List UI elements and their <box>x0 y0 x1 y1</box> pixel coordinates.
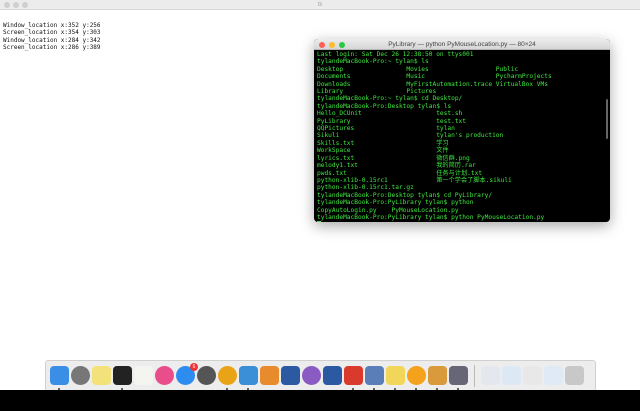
close-button[interactable] <box>319 41 325 48</box>
terminal-line: pwds.txt 任务与计划.txt <box>317 169 483 177</box>
terminal-line: PyLibrary test.txt <box>317 117 467 125</box>
terminal-output[interactable]: Last login: Sat Dec 26 12:38:50 on ttys0… <box>314 50 610 222</box>
terminal-line: Desktop Movies Public <box>317 65 519 73</box>
terminal-line: CopyAutoLogin.py PyMouseLocation.py <box>317 206 459 214</box>
terminal-line: python-xlib-0.15rc1.tar.gz <box>317 184 414 192</box>
tk-window-titlebar: tk <box>0 0 640 10</box>
notes-folder-icon[interactable] <box>386 366 405 390</box>
terminal-line: QQPictures tylan <box>317 125 455 133</box>
screen-bottom-bar <box>0 390 640 411</box>
zoom-button[interactable] <box>339 41 345 48</box>
output-line: Window_location x:284 y:342 <box>3 36 101 44</box>
finder-icon[interactable] <box>50 366 69 390</box>
terminal-line: Library Pictures <box>317 88 437 96</box>
minimize-button[interactable] <box>329 41 335 48</box>
terminal-line: Sikuli tylan's production <box>317 132 504 140</box>
terminal-window[interactable]: PyLibrary — python PyMouseLocation.py — … <box>314 39 610 222</box>
scissors-tool-icon[interactable] <box>428 366 447 390</box>
screenshot-doc-icon[interactable] <box>523 366 542 385</box>
download-folder-icon[interactable] <box>502 366 521 385</box>
terminal-line: tylandeMacBook-Pro:~ tylan$ ls <box>317 58 429 66</box>
stickies-icon[interactable] <box>92 366 111 385</box>
terminal-line: WorkSpace 文件 <box>317 147 449 155</box>
qq-icon[interactable] <box>344 366 363 390</box>
rocket-app-icon[interactable] <box>449 366 468 390</box>
terminal-line: tylandeMacBook-Pro:Desktop tylan$ cd PyL… <box>317 191 493 199</box>
terminal-line: tylandeMacBook-Pro:PyLibrary tylan$ pyth… <box>317 213 545 221</box>
terminal-line: python-xlib-0.15rc1 第一个学会了脚本.sikuli <box>317 176 512 184</box>
dock: 6 <box>45 360 596 390</box>
terminal-line: tylandeMacBook-Pro:PyLibrary tylan$ pyth… <box>317 199 474 207</box>
terminal-line: Documents Music PycharmProjects <box>317 73 552 81</box>
system-preferences-icon[interactable] <box>197 366 216 385</box>
terminal-line: Hello_DCUnit test.sh <box>317 110 463 118</box>
badge: 6 <box>190 363 198 371</box>
virtualbox-icon[interactable] <box>281 366 300 385</box>
document-icon[interactable] <box>481 366 500 385</box>
tk-output: Window_location x:352 y:256 Screen_locati… <box>3 14 101 59</box>
terminal-icon[interactable] <box>113 366 132 390</box>
terminal-line: lyrics.txt 微信群.png <box>317 154 470 162</box>
terminal-line: tylandeMacBook-Pro:Desktop tylan$ ls <box>317 102 452 110</box>
trash-icon[interactable] <box>565 366 584 385</box>
scrollbar[interactable] <box>606 99 608 139</box>
terminal-title: PyLibrary — python PyMouseLocation.py — … <box>388 41 536 48</box>
terminal-titlebar[interactable]: PyLibrary — python PyMouseLocation.py — … <box>314 39 610 50</box>
sun-app-icon[interactable] <box>407 366 426 390</box>
itunes-icon[interactable] <box>155 366 174 385</box>
cursor <box>317 221 321 222</box>
terminal-line: tylandeMacBook-Pro:~ tylan$ cd Desktop/ <box>317 95 463 103</box>
dock-separator <box>474 364 475 387</box>
terminal-line: Last login: Sat Dec 26 12:38:50 on ttys0… <box>317 51 474 58</box>
app-store-icon[interactable]: 6 <box>176 363 198 385</box>
remote-desktop-icon[interactable] <box>365 366 384 390</box>
xcode-icon[interactable] <box>239 366 258 390</box>
downloads-stack-icon[interactable] <box>544 366 563 385</box>
output-line: Window_location x:352 y:256 <box>3 21 101 29</box>
terminal-line: melody1.txt 我的简历.rar <box>317 162 476 170</box>
sublime-icon[interactable] <box>260 366 279 385</box>
terminal-line: Downloads MyFirstAutomation.trace Virtua… <box>317 80 548 88</box>
chrome-icon[interactable] <box>218 366 237 390</box>
textedit-icon[interactable] <box>134 366 153 385</box>
output-line: Screen_location x:354 y:303 <box>3 29 101 36</box>
tk-window-title: tk <box>317 2 323 8</box>
launchpad-icon[interactable] <box>71 366 90 385</box>
virtualbox-2-icon[interactable] <box>323 366 342 385</box>
vm-orb-icon[interactable] <box>302 366 321 385</box>
output-line: Screen_location x:286 y:389 <box>3 44 101 51</box>
